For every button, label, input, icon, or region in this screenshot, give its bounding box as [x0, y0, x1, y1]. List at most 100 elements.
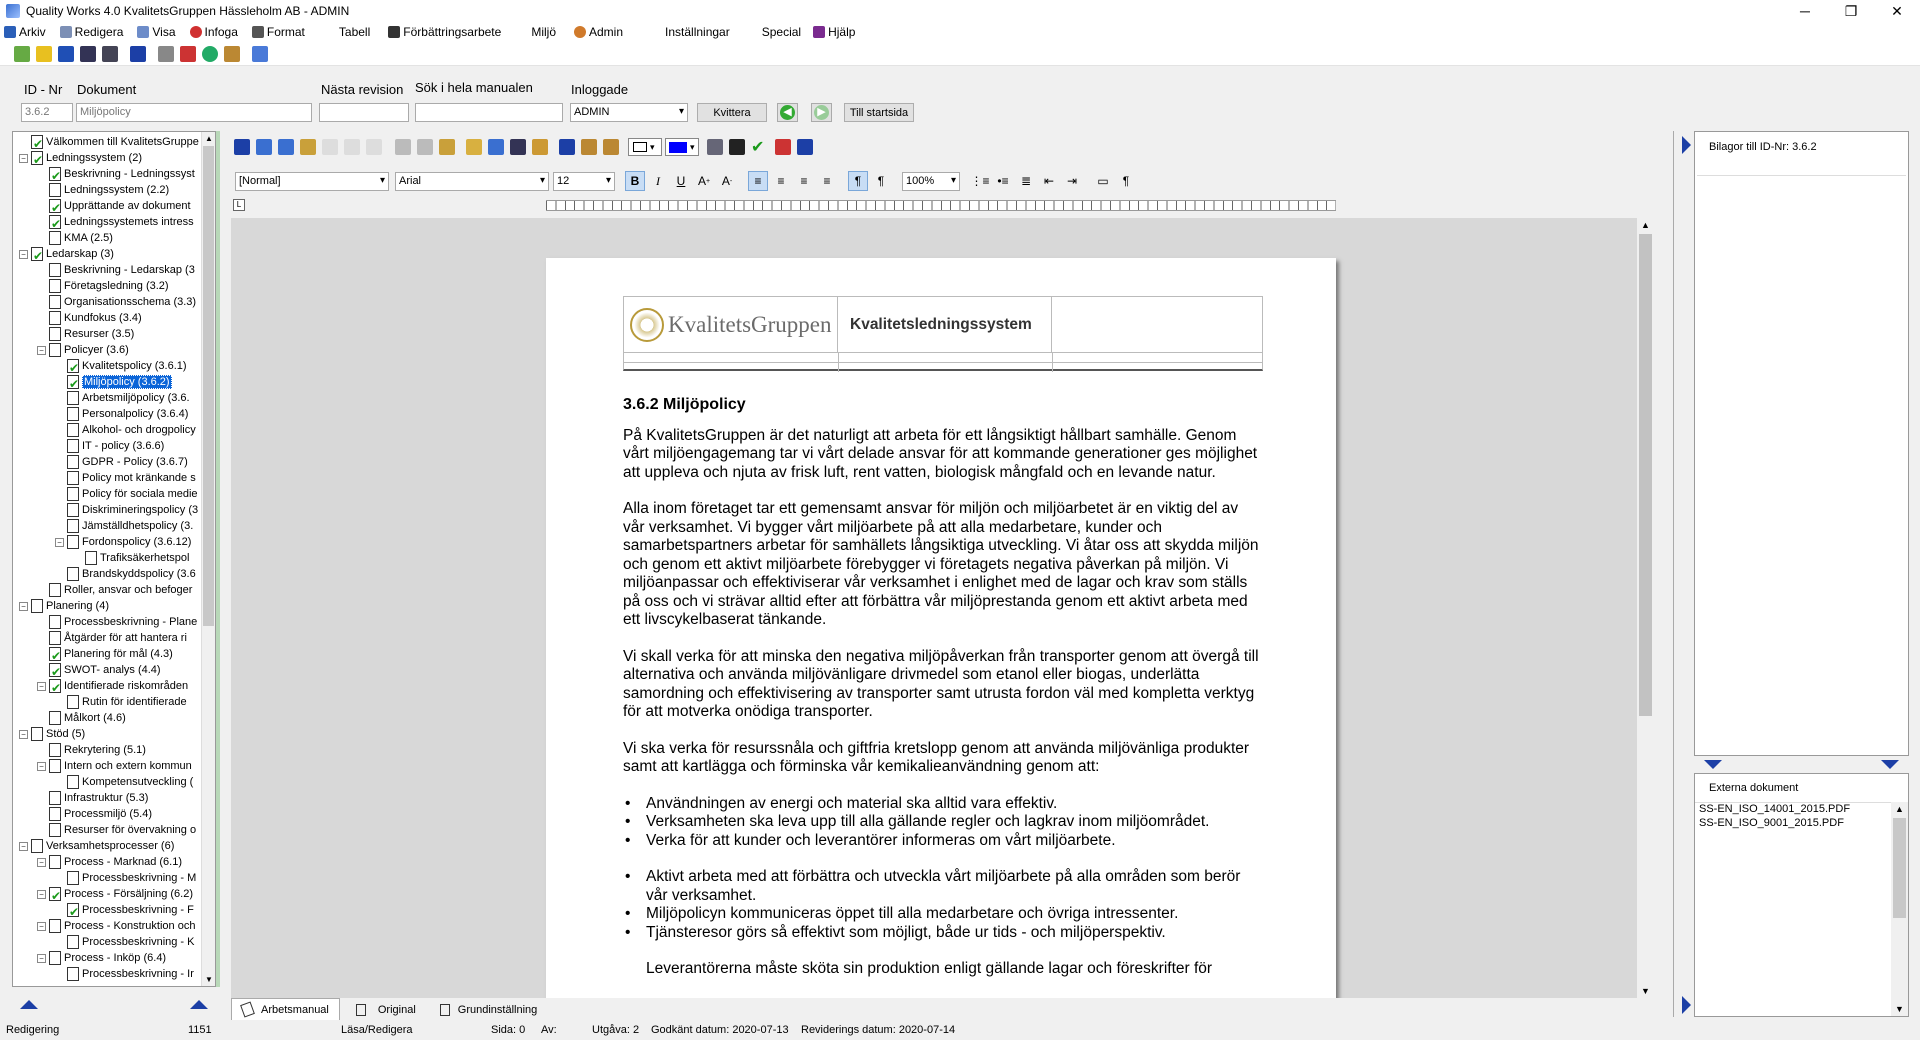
justify-button[interactable]: ≡	[817, 171, 837, 191]
collapse-icon[interactable]: −	[37, 889, 46, 899]
tree-item[interactable]: Ledningssystem (2.2)	[37, 182, 169, 198]
replace-icon[interactable]	[488, 139, 504, 155]
fill-color-picker[interactable]: ▾	[665, 138, 699, 156]
style-select[interactable]: [Normal]	[235, 171, 389, 191]
bold-button[interactable]: B	[625, 171, 645, 191]
size-select[interactable]: 12	[553, 171, 615, 191]
tree-item[interactable]: ✔ Processbeskrivning - F	[55, 902, 194, 918]
image-icon[interactable]	[603, 139, 619, 155]
collapse-up-icon[interactable]	[20, 1000, 38, 1009]
show-formatting-button[interactable]: ¶	[1116, 171, 1136, 191]
tree-item[interactable]: Processmiljö (5.4)	[37, 806, 152, 822]
scroll-down-icon[interactable]: ▼	[1641, 986, 1650, 996]
expand-up-icon[interactable]	[190, 1000, 208, 1009]
tree-item[interactable]: − Process - Konstruktion och	[37, 918, 195, 934]
scroll-up-icon[interactable]: ▲	[1641, 220, 1650, 230]
print-icon[interactable]	[158, 45, 174, 62]
close-button[interactable]: ✕	[1874, 0, 1920, 22]
tree-item[interactable]: Processbeskrivning - Plane	[37, 614, 197, 630]
tree-item[interactable]: Rekrytering (5.1)	[37, 742, 146, 758]
tree-item[interactable]: − Fordonspolicy (3.6.12)	[55, 534, 191, 550]
tree-item[interactable]: Policy mot kränkande s	[55, 470, 196, 486]
collapse-icon[interactable]: −	[37, 921, 46, 931]
tree-item[interactable]: Alkohol- och drogpolicy	[55, 422, 196, 438]
document-page[interactable]: KvalitetsGruppen Kvalitetsledningssystem…	[546, 258, 1336, 998]
checkbox-icon[interactable]	[58, 45, 74, 62]
logged-in-select[interactable]: ADMIN	[570, 103, 688, 122]
multilevel-list-button[interactable]: ≣	[1016, 171, 1036, 191]
scroll-down-icon[interactable]: ▼	[205, 975, 213, 984]
zoom-select[interactable]: 100%	[902, 171, 960, 191]
copy-icon[interactable]	[417, 139, 433, 155]
cut-icon[interactable]	[395, 139, 411, 155]
tree-item[interactable]: − ✔ Ledarskap (3)	[19, 246, 114, 262]
align-center-button[interactable]: ≡	[771, 171, 791, 191]
menu-special[interactable]: Special	[758, 22, 805, 42]
tree-item[interactable]: ✔ SWOT- analys (4.4)	[37, 662, 161, 678]
decrease-indent-button[interactable]: ⇤	[1039, 171, 1059, 191]
tree-item[interactable]: Resurser (3.5)	[37, 326, 134, 342]
tree-item[interactable]: Processbeskrivning - M	[55, 870, 196, 886]
increase-indent-button[interactable]: ⇥	[1062, 171, 1082, 191]
external-doc-item[interactable]: SS-EN_ISO_14001_2015.PDF	[1695, 802, 1891, 816]
italic-button[interactable]: I	[648, 171, 668, 191]
tree-item[interactable]: GDPR - Policy (3.6.7)	[55, 454, 188, 470]
external-scrollbar[interactable]: ▲ ▼	[1891, 802, 1908, 1016]
pen-icon[interactable]	[532, 139, 548, 155]
tree-item[interactable]: Infrastruktur (5.3)	[37, 790, 148, 806]
ltr-button[interactable]: ¶	[848, 171, 868, 191]
menu-infoga[interactable]: Infoga	[186, 22, 242, 42]
tree-item[interactable]: − Process - Marknad (6.1)	[37, 854, 182, 870]
expand-right-icon[interactable]	[1682, 996, 1691, 1014]
tree-item[interactable]: ✔ Ledningssystemets intress	[37, 214, 194, 230]
tree-item[interactable]: − Process - Inköp (6.4)	[37, 950, 166, 966]
tree-item[interactable]: Trafiksäkerhetspol	[73, 550, 189, 566]
insert-row-icon[interactable]	[256, 139, 272, 155]
book-icon[interactable]	[80, 45, 96, 62]
menu-installningar[interactable]: Inställningar	[661, 22, 734, 42]
settings-icon[interactable]	[252, 45, 268, 62]
table-icon[interactable]	[559, 139, 575, 155]
external-scroll-thumb[interactable]	[1893, 818, 1906, 918]
tree-item[interactable]: Processbeskrivning - Ir	[55, 966, 194, 982]
external-doc-item[interactable]: SS-EN_ISO_9001_2015.PDF	[1695, 816, 1891, 830]
font-select[interactable]: Arial	[395, 171, 549, 191]
move-icon[interactable]	[729, 139, 745, 155]
tree-item[interactable]: − ✔ Identifierade riskområden	[37, 678, 188, 694]
menu-tabell[interactable]: Tabell	[335, 22, 374, 42]
menu-admin[interactable]: Admin	[570, 22, 627, 42]
kvittera-button[interactable]: Kvittera	[697, 103, 767, 122]
help-doc-icon[interactable]	[797, 139, 814, 155]
collapse-icon[interactable]: −	[37, 857, 46, 867]
tree-item[interactable]: − Planering (4)	[19, 598, 109, 614]
tree-item[interactable]: Åtgärder för att hantera ri	[37, 630, 187, 646]
numbered-list-button[interactable]: ⋮≡	[970, 171, 990, 191]
tree-item[interactable]: Kundfokus (3.4)	[37, 310, 142, 326]
tree-item[interactable]: Resurser för övervakning o	[37, 822, 196, 838]
tree-item[interactable]: Brandskyddspolicy (3.6	[55, 566, 196, 582]
preview-icon[interactable]	[775, 139, 792, 155]
collapse-icon[interactable]: −	[37, 953, 46, 963]
tree-item[interactable]: ✔ Beskrivning - Ledningssyst	[37, 166, 195, 182]
startpage-button[interactable]: Till startsida	[844, 103, 914, 122]
save-icon[interactable]	[234, 139, 250, 155]
tree-icon[interactable]	[14, 45, 30, 62]
back-button[interactable]: ◀	[777, 103, 798, 122]
tree-item[interactable]: − Policyer (3.6)	[37, 342, 129, 358]
find-icon[interactable]	[466, 139, 482, 155]
paste-special-icon[interactable]	[300, 139, 316, 155]
menu-redigera[interactable]: Redigera	[56, 22, 128, 42]
undo-icon[interactable]	[344, 139, 360, 155]
underline-button[interactable]: U	[671, 171, 691, 191]
bullet-list-button[interactable]: •≡	[993, 171, 1013, 191]
ruler[interactable]	[546, 200, 1336, 211]
tree-item[interactable]: − ✔ Ledningssystem (2)	[19, 150, 142, 166]
tree-item[interactable]: ✔ Välkommen till KvalitetsGruppe	[19, 134, 199, 150]
tree-item[interactable]: Roller, ansvar och befoger	[37, 582, 192, 598]
rtl-button[interactable]: ¶	[871, 171, 891, 191]
tree-item[interactable]: Processbeskrivning - K	[55, 934, 195, 950]
grow-font-button[interactable]: A +	[694, 171, 714, 191]
next-revision-field[interactable]	[319, 103, 409, 122]
tab-original[interactable]: Original	[340, 1000, 432, 1020]
tab-grundinstallning[interactable]: Grundinställning	[432, 1000, 546, 1020]
